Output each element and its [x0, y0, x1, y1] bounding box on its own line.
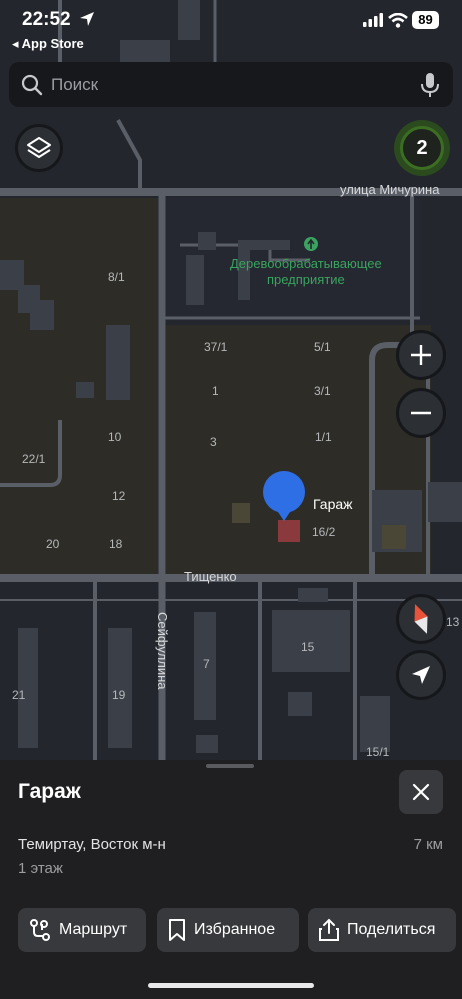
house-number: 20	[46, 537, 60, 551]
place-floor: 1 этаж	[18, 860, 63, 877]
close-icon	[412, 783, 430, 801]
house-number: 19	[112, 688, 126, 702]
back-to-app-store[interactable]: ◂ App Store	[12, 36, 84, 52]
cluster-count-badge[interactable]: 2	[394, 120, 450, 176]
home-indicator[interactable]	[148, 983, 314, 988]
battery-icon: 89	[412, 11, 439, 29]
share-button-label: Поделиться	[347, 921, 436, 938]
zoom-out-button[interactable]	[396, 388, 446, 438]
search-input[interactable]	[51, 70, 411, 100]
house-number: 3/1	[314, 384, 331, 398]
share-button[interactable]: Поделиться	[308, 908, 456, 952]
house-number: 1	[212, 384, 219, 398]
share-icon	[319, 918, 339, 941]
status-bar: 22:52 ◂ App Store 89	[0, 0, 462, 58]
street-michurina-label: улица Мичурина	[340, 182, 440, 197]
house-number: 15	[301, 640, 315, 654]
compass-button[interactable]	[396, 594, 446, 644]
house-number: 15/1	[366, 745, 390, 759]
cluster-count: 2	[400, 126, 444, 170]
poi-name[interactable]: Деревообрабатывающее предприятие	[230, 256, 382, 288]
microphone-icon[interactable]	[419, 72, 441, 98]
house-number: 8/1	[108, 270, 125, 284]
route-button[interactable]: Маршрут	[18, 908, 146, 952]
search-icon	[21, 74, 43, 96]
location-arrow-icon	[80, 12, 94, 26]
wifi-icon	[388, 13, 408, 28]
layers-icon	[27, 137, 51, 158]
search-bar[interactable]	[9, 62, 453, 107]
compass-icon	[414, 604, 428, 634]
status-time: 22:52	[22, 9, 71, 30]
cellular-signal-icon	[363, 13, 383, 27]
street-seifullina-label: Сейфуллина	[155, 612, 170, 690]
house-number: 5/1	[314, 340, 331, 354]
zoom-in-button[interactable]	[396, 330, 446, 380]
house-number: 7	[203, 657, 210, 671]
house-number: 10	[108, 430, 122, 444]
pin-label: Гараж	[313, 496, 353, 512]
house-number: 12	[112, 489, 126, 503]
house-number: 3	[210, 435, 217, 449]
place-title: Гараж	[18, 780, 81, 803]
house-number: 21	[12, 688, 26, 702]
plus-icon	[411, 345, 431, 365]
poi-name-line2: предприятие	[266, 272, 345, 287]
minus-icon	[411, 411, 431, 415]
bookmark-icon	[169, 919, 185, 941]
favorites-button-label: Избранное	[194, 921, 276, 938]
house-number: 18	[109, 537, 123, 551]
sheet-handle[interactable]	[206, 764, 254, 768]
map-canvas[interactable]	[0, 0, 462, 760]
house-number: 13	[446, 615, 460, 629]
house-number: 1/1	[315, 430, 332, 444]
place-distance: 7 км	[413, 836, 443, 853]
place-address: Темиртау, Восток м-н	[18, 836, 166, 853]
favorites-button[interactable]: Избранное	[157, 908, 299, 952]
route-icon	[30, 919, 50, 941]
house-number: 22/1	[22, 452, 46, 466]
house-number: 37/1	[204, 340, 228, 354]
poi-name-line1: Деревообрабатывающее	[230, 256, 382, 271]
street-tishchenko-label: Тищенко	[184, 569, 237, 584]
my-location-button[interactable]	[396, 650, 446, 700]
route-button-label: Маршрут	[59, 921, 128, 938]
house-number: 16/2	[312, 525, 336, 539]
layers-button[interactable]	[15, 124, 63, 172]
garage-building	[278, 520, 300, 542]
close-button[interactable]	[399, 770, 443, 814]
navigation-arrow-icon	[412, 666, 430, 684]
